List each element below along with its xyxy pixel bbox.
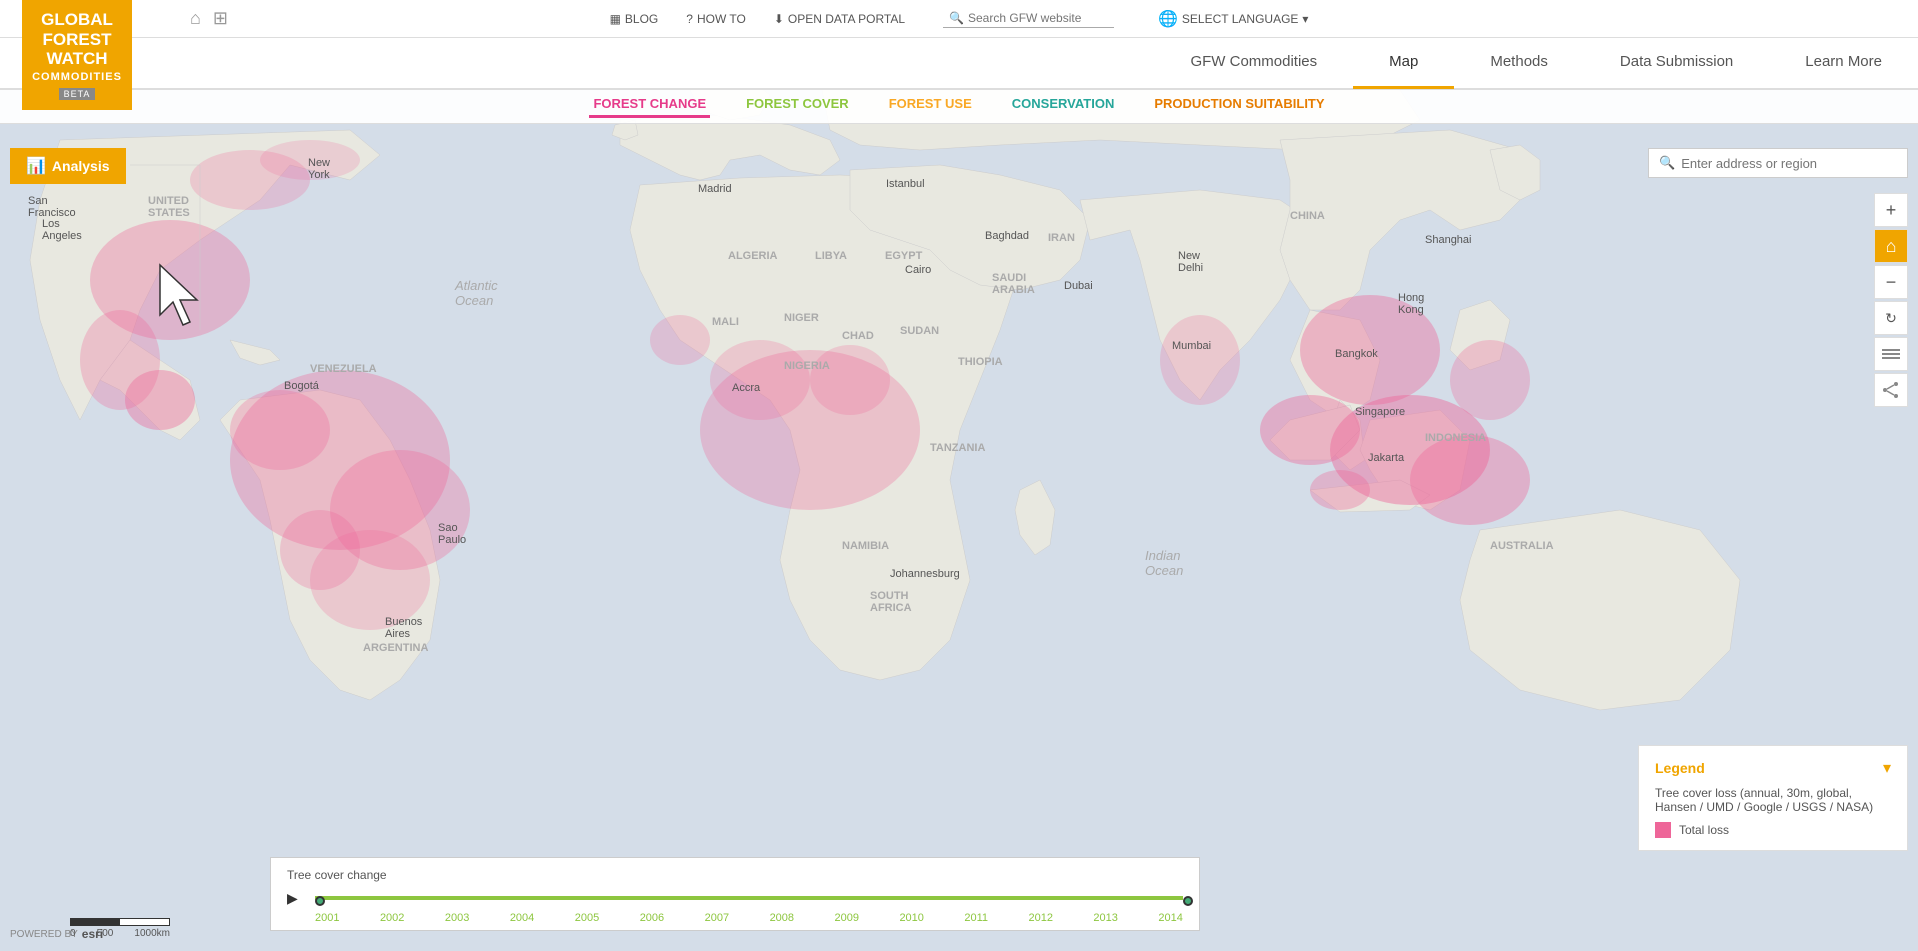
year-2014: 2014 [1158,912,1182,924]
legend-title: Legend [1655,760,1705,776]
scale-1000: 1000km [134,928,170,939]
logo-watch: WATCH [46,49,107,69]
timeline: Tree cover change ▶ 2001 2002 2003 2004 … [270,857,1200,931]
analysis-button[interactable]: 📊 Analysis [10,148,126,184]
opendata-link[interactable]: ⬇ OPEN DATA PORTAL [774,12,905,26]
nav-gfw-commodities[interactable]: GFW Commodities [1154,37,1353,89]
scale-bar: 0 500 1000km [70,918,170,939]
blog-link[interactable]: ▦ BLOG [610,12,659,26]
share-button[interactable] [1874,373,1908,407]
nav-map[interactable]: Map [1353,37,1454,89]
year-2005: 2005 [575,912,599,924]
logo-commodities: COMMODITIES [32,71,122,84]
esri-label: POWERED BY [10,929,78,940]
timeline-years: 2001 2002 2003 2004 2005 2006 2007 2008 … [287,912,1183,924]
logo-forest: FOREST [43,30,112,50]
address-input[interactable] [1681,156,1897,171]
home-button[interactable]: ⌂ [1874,229,1908,263]
tab-production-suitability[interactable]: PRODUCTION SUITABILITY [1150,96,1328,118]
top-bar-links: ▦ BLOG ? HOW TO ⬇ OPEN DATA PORTAL 🔍 🌐 S… [610,9,1309,29]
slider-track [315,896,1183,900]
scale-500: 500 [97,928,114,939]
globe-icon: 🌐 [1158,9,1178,29]
address-search-icon: 🔍 [1659,155,1675,171]
year-2008: 2008 [770,912,794,924]
nav-data-submission[interactable]: Data Submission [1584,37,1769,89]
legend-chevron-icon[interactable]: ▾ [1883,758,1891,778]
map-tabs: FOREST CHANGE FOREST COVER FOREST USE CO… [0,90,1918,124]
nav-links: GFW Commodities Map Methods Data Submiss… [1154,37,1918,89]
refresh-button[interactable]: ↻ [1874,301,1908,335]
legend-item-label: Total loss [1679,823,1729,837]
download-icon: ⬇ [774,12,784,26]
play-button[interactable]: ▶ [287,890,307,907]
year-2001: 2001 [315,912,339,924]
timeline-label: Tree cover change [287,868,1183,882]
year-2013: 2013 [1093,912,1117,924]
map-area[interactable]: AtlanticOcean IndianOcean [0,0,1918,951]
legend-header: Legend ▾ [1655,758,1891,778]
nav-methods[interactable]: Methods [1454,37,1584,89]
scale-0: 0 [70,928,76,939]
slider-end-handle[interactable] [1183,896,1193,906]
slider-container[interactable] [315,888,1183,908]
tab-forest-change[interactable]: FOREST CHANGE [589,96,710,118]
nav-learn-more[interactable]: Learn More [1769,37,1918,89]
top-bar-icons: ⌂ ⊞ [190,8,228,29]
legend-item: Total loss [1655,822,1891,838]
year-2009: 2009 [835,912,859,924]
logo-beta: BETA [59,88,96,100]
slider-start-handle[interactable] [315,896,325,906]
help-icon: ? [686,12,693,26]
logo-global: GLOBAL [41,10,113,30]
year-2011: 2011 [964,912,988,924]
chevron-down-icon: ▾ [1302,12,1308,26]
year-2002: 2002 [380,912,404,924]
address-search[interactable]: 🔍 [1648,148,1908,178]
legend-description: Tree cover loss (annual, 30m, global, Ha… [1655,786,1891,814]
timeline-track: ▶ [287,888,1183,908]
language-select[interactable]: 🌐 SELECT LANGUAGE ▾ [1158,9,1308,29]
layers-button[interactable] [1874,337,1908,371]
year-2010: 2010 [899,912,923,924]
grid-icon[interactable]: ⊞ [213,8,228,29]
year-2003: 2003 [445,912,469,924]
legend-panel: Legend ▾ Tree cover loss (annual, 30m, g… [1638,745,1908,851]
tab-conservation[interactable]: CONSERVATION [1008,96,1119,118]
tab-forest-cover[interactable]: FOREST COVER [742,96,853,118]
howto-link[interactable]: ? HOW TO [686,12,746,26]
map-controls: + ⌂ − ↻ [1874,193,1908,407]
search-input[interactable] [968,11,1108,25]
logo[interactable]: GLOBAL FOREST WATCH COMMODITIES BETA [22,0,132,110]
zoom-out-button[interactable]: − [1874,265,1908,299]
analysis-icon: 📊 [26,156,46,176]
search-icon: 🔍 [949,11,964,25]
home-icon[interactable]: ⌂ [190,8,201,29]
blog-icon: ▦ [610,12,621,26]
top-bar: ⌂ ⊞ ▦ BLOG ? HOW TO ⬇ OPEN DATA PORTAL 🔍… [0,0,1918,38]
main-nav: GFW Commodities Map Methods Data Submiss… [0,38,1918,90]
legend-swatch [1655,822,1671,838]
year-2006: 2006 [640,912,664,924]
year-2007: 2007 [705,912,729,924]
search-box[interactable]: 🔍 [943,9,1114,28]
zoom-in-button[interactable]: + [1874,193,1908,227]
tab-forest-use[interactable]: FOREST USE [885,96,976,118]
year-2004: 2004 [510,912,534,924]
year-2012: 2012 [1028,912,1052,924]
